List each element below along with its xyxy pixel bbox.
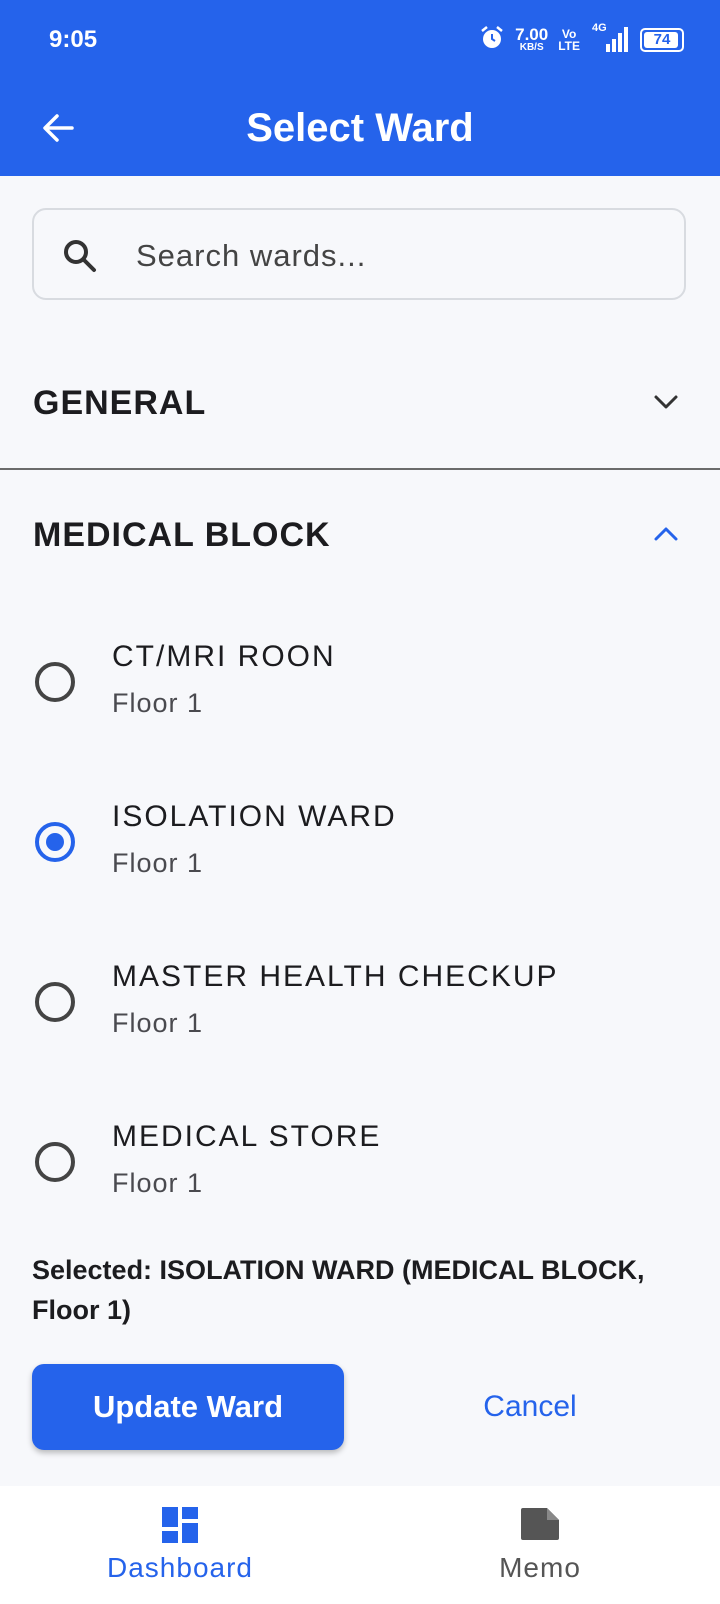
ward-option-master-health-checkup[interactable]: MASTER HEALTH CHECKUP Floor 1 xyxy=(0,960,720,1110)
cancel-button[interactable]: Cancel xyxy=(440,1364,620,1450)
section-title: MEDICAL BLOCK xyxy=(33,516,331,554)
section-general-header[interactable]: GENERAL xyxy=(0,354,720,450)
radio-button-selected[interactable] xyxy=(35,822,75,862)
memo-icon xyxy=(410,1506,670,1542)
nav-label: Dashboard xyxy=(107,1552,253,1583)
volte-bottom: LTE xyxy=(558,39,580,53)
status-bar: 9:05 7.00 KB/S Vo LTE 4G 74 xyxy=(0,0,720,80)
net-speed-value: 7.00 xyxy=(515,25,549,44)
nav-item-dashboard[interactable]: Dashboard xyxy=(50,1486,310,1604)
net-speed-unit: KB/S xyxy=(519,42,544,53)
signal-icon: 4G xyxy=(590,22,630,54)
ward-floor: Floor 1 xyxy=(112,688,204,718)
ward-floor: Floor 1 xyxy=(112,1008,204,1038)
bottom-nav: Dashboard Memo xyxy=(0,1486,720,1604)
ward-option-medical-store[interactable]: MEDICAL STORE Floor 1 xyxy=(0,1120,720,1270)
battery-level: 74 xyxy=(653,31,671,48)
nav-item-memo[interactable]: Memo xyxy=(410,1486,670,1604)
section-divider xyxy=(0,468,720,470)
ward-floor: Floor 1 xyxy=(112,1168,204,1198)
selection-summary: Selected: ISOLATION WARD (MEDICAL BLOCK,… xyxy=(32,1255,645,1325)
dashboard-icon xyxy=(50,1506,310,1544)
battery-icon: 74 xyxy=(640,28,684,52)
search-box[interactable] xyxy=(32,208,686,300)
search-input[interactable] xyxy=(134,230,658,282)
status-icons: 7.00 KB/S Vo LTE 4G 74 xyxy=(479,22,684,56)
ward-option-ct-mri-roon[interactable]: CT/MRI ROON Floor 1 xyxy=(0,640,720,790)
alarm-icon xyxy=(479,25,505,56)
section-title: GENERAL xyxy=(33,384,207,422)
nav-label: Memo xyxy=(499,1552,581,1583)
network-type: 4G xyxy=(592,22,607,34)
radio-button[interactable] xyxy=(35,662,75,702)
ward-name: ISOLATION WARD xyxy=(112,800,397,833)
radio-button[interactable] xyxy=(35,1142,75,1182)
search-icon xyxy=(60,236,100,281)
net-speed: 7.00 KB/S xyxy=(515,25,549,53)
app-bar: Select Ward xyxy=(0,80,720,176)
status-time: 9:05 xyxy=(49,26,98,53)
chevron-down-icon[interactable] xyxy=(652,388,680,421)
update-ward-button[interactable]: Update Ward xyxy=(32,1364,344,1450)
ward-name: CT/MRI ROON xyxy=(112,640,336,673)
radio-button[interactable] xyxy=(35,982,75,1022)
ward-floor: Floor 1 xyxy=(112,848,204,878)
ward-option-isolation-ward[interactable]: ISOLATION WARD Floor 1 xyxy=(0,800,720,950)
ward-name: MEDICAL STORE xyxy=(112,1120,382,1153)
chevron-up-icon[interactable] xyxy=(652,520,680,553)
volte-indicator: Vo LTE xyxy=(558,28,580,52)
page-title: Select Ward xyxy=(246,106,474,150)
ward-name: MASTER HEALTH CHECKUP xyxy=(112,960,559,993)
section-medical-block-header[interactable]: MEDICAL BLOCK xyxy=(0,486,720,582)
